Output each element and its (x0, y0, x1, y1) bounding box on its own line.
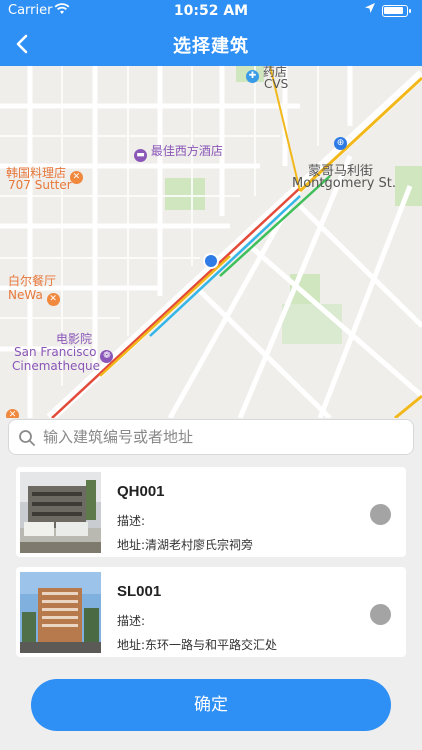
top-bar: Carrier 10:52 AM 选择建筑 (0, 0, 422, 66)
bed-icon: ▬ (134, 149, 147, 162)
map-label-newa-cn: 白尔餐厅 (8, 274, 57, 288)
map-label-korean-address: 707 Sutter (8, 178, 72, 192)
search-bar (8, 419, 414, 455)
nav-bar: 选择建筑 (0, 22, 422, 66)
status-bar: Carrier 10:52 AM (0, 0, 422, 22)
search-icon (19, 430, 35, 446)
confirm-button[interactable]: 确定 (31, 679, 391, 731)
building-address: 地址:东环一路与和平路交汇处 (117, 638, 278, 652)
building-description: 描述: (117, 614, 146, 628)
building-description: 描述: (117, 514, 146, 528)
building-card[interactable]: SL001 描述: 地址:东环一路与和平路交汇处 (16, 567, 406, 657)
building-address: 地址:清湖老村廖氏宗祠旁 (117, 538, 254, 552)
clock: 10:52 AM (173, 3, 249, 19)
battery-icon (382, 5, 411, 17)
map-label-newa-en: NeWa ✕ (8, 288, 60, 306)
film-icon: ❁ (100, 350, 114, 363)
map-label-metro-en: Montgomery St. (292, 176, 397, 191)
building-code: SL001 (117, 583, 162, 600)
select-radio[interactable] (370, 504, 391, 525)
search-input[interactable] (43, 423, 403, 451)
restaurant-icon: ✕ (6, 404, 19, 418)
select-radio[interactable] (370, 604, 391, 625)
building-card[interactable]: QH001 描述: 地址:清湖老村廖氏宗祠旁 (16, 467, 406, 557)
building-photo (20, 472, 101, 553)
building-photo (20, 572, 101, 653)
restaurant-icon: ✕ (46, 293, 60, 306)
map-label-hotel: ▬ 最佳西方酒店 (134, 142, 223, 162)
map-view[interactable]: ✚ 药店 CVS ▬ 最佳西方酒店 韩国料理店 ✕ 707 Sutter ⊕ 蒙… (0, 66, 422, 418)
metro-icon: ⊕ (334, 132, 347, 150)
page-title: 选择建筑 (173, 36, 249, 57)
pharmacy-icon: ✚ (246, 70, 259, 83)
building-code: QH001 (117, 483, 165, 500)
map-label-cvs: CVS (264, 77, 289, 91)
location-arrow-icon (364, 2, 376, 17)
map-label-cinema-en-2: Cinematheque (12, 359, 101, 373)
